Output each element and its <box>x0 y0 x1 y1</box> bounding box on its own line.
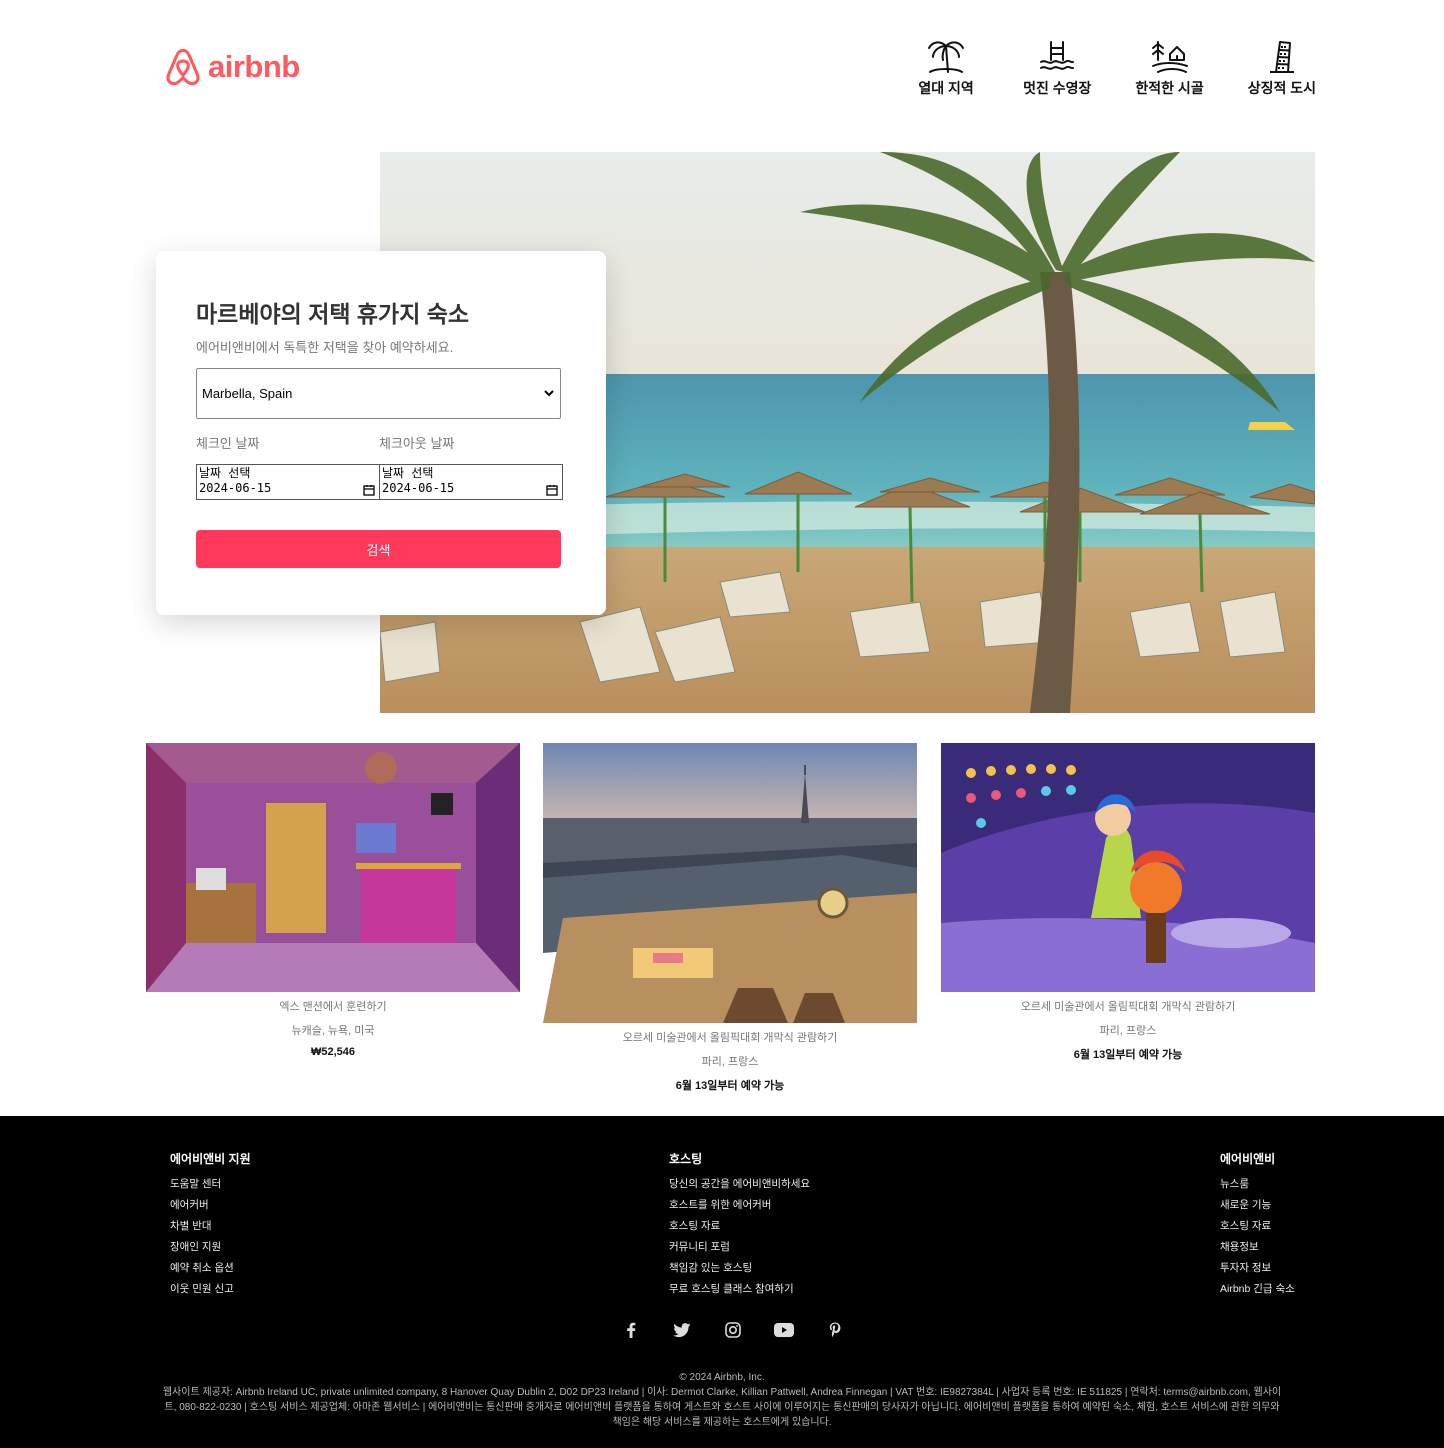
category-iconic-cities[interactable]: 상징적 도시 <box>1248 38 1316 98</box>
listing-image <box>543 743 917 1023</box>
search-title: 마르베야의 저택 휴가지 숙소 <box>196 301 470 327</box>
listing-card[interactable]: 오르세 미술관에서 올림픽대회 개막식 관람하기 파리, 프랑스 6월 13일부… <box>543 743 917 1093</box>
footer-link[interactable]: 새로운 기능 <box>1220 1197 1295 1218</box>
header: airbnb 열대 지역 멋진 수영장 한적한 시골 상징적 도시 <box>0 0 1444 130</box>
listing-price: 6월 13일부터 예약 가능 <box>675 1080 785 1092</box>
facebook-icon[interactable] <box>620 1322 641 1338</box>
category-countryside[interactable]: 한적한 시골 <box>1135 38 1204 98</box>
airbnb-logo-icon <box>166 48 200 86</box>
footer-link[interactable]: 커뮤니티 포럼 <box>669 1239 810 1260</box>
footer: 에어비앤비 지원 도움말 센터 에어커버 차별 반대 장애인 지원 예약 취소 … <box>0 1116 1444 1448</box>
footer-link[interactable]: 예약 취소 옵션 <box>170 1260 251 1281</box>
footer-airbnb-column: 에어비앤비 뉴스룸 새로운 기능 호스팅 자료 채용정보 투자자 정보 Airb… <box>1220 1150 1295 1302</box>
listing-location: 뉴캐슬, 뉴욕, 미국 <box>291 1025 375 1037</box>
footer-heading: 호스팅 <box>669 1152 703 1166</box>
brand-name: airbnb <box>208 49 300 84</box>
checkin-label: 체크인 날짜 <box>196 436 260 451</box>
footer-link[interactable]: 호스팅 자료 <box>669 1218 810 1239</box>
checkout-date-value: 2024-06-15 <box>382 481 455 495</box>
twitter-icon[interactable] <box>671 1322 692 1338</box>
date-placeholder: 날짜 선택 <box>382 466 434 480</box>
footer-link[interactable]: Airbnb 긴급 숙소 <box>1220 1281 1295 1302</box>
social-links <box>620 1322 845 1338</box>
category-pools[interactable]: 멋진 수영장 <box>1023 38 1091 98</box>
checkin-date-input[interactable]: 날짜 선택 2024-06-15 <box>196 464 380 500</box>
footer-link[interactable]: 당신의 공간을 에어비앤비하세요 <box>669 1176 810 1197</box>
listing-image <box>146 743 520 992</box>
search-subtitle: 에어비앤비에서 독특한 저택을 찾아 예약하세요. <box>196 340 454 355</box>
footer-link[interactable]: 무료 호스팅 클래스 참여하기 <box>669 1281 810 1302</box>
listing-title: 오르세 미술관에서 올림픽대회 개막식 관람하기 <box>1020 1001 1236 1013</box>
footer-link[interactable]: 도움말 센터 <box>170 1176 251 1197</box>
category-nav: 열대 지역 멋진 수영장 한적한 시골 상징적 도시 <box>913 38 1316 98</box>
category-tropical[interactable]: 열대 지역 <box>913 38 979 98</box>
pool-icon <box>1040 41 1075 70</box>
location-value: Marbella, Spain <box>202 386 293 401</box>
footer-heading: 에어비앤비 <box>1220 1152 1276 1166</box>
listing-location: 파리, 프랑스 <box>1099 1025 1157 1037</box>
palm-tree-icon <box>928 41 965 73</box>
listing-price: 6월 13일부터 예약 가능 <box>1073 1049 1183 1061</box>
calendar-icon[interactable] <box>363 484 375 496</box>
listing-card[interactable]: 엑스 맨션에서 훈련하기 뉴캐슬, 뉴욕, 미국 ₩52,546 <box>146 743 520 1058</box>
instagram-icon[interactable] <box>722 1322 743 1338</box>
listing-price: ₩52,546 <box>310 1046 356 1058</box>
category-label: 멋진 수영장 <box>1023 80 1092 96</box>
footer-link[interactable]: 에어커버 <box>170 1197 251 1218</box>
search-button[interactable]: 검색 <box>196 530 561 568</box>
checkin-date-value: 2024-06-15 <box>199 481 272 495</box>
listing-location: 파리, 프랑스 <box>701 1056 759 1068</box>
footer-link[interactable]: 차별 반대 <box>170 1218 251 1239</box>
date-placeholder: 날짜 선택 <box>199 466 251 480</box>
airbnb-logo[interactable]: airbnb <box>164 46 300 88</box>
youtube-icon[interactable] <box>773 1322 794 1338</box>
category-label: 한적한 시골 <box>1135 80 1204 96</box>
footer-support-column: 에어비앤비 지원 도움말 센터 에어커버 차별 반대 장애인 지원 예약 취소 … <box>170 1150 251 1302</box>
chevron-down-icon <box>544 390 554 397</box>
countryside-icon <box>1151 41 1188 73</box>
footer-link[interactable]: 호스트를 위한 에어커버 <box>669 1197 810 1218</box>
legal-info: © 2024 Airbnb, Inc. 웹사이트 제공자: Airbnb Ire… <box>160 1370 1284 1430</box>
listing-card[interactable]: 오르세 미술관에서 올림픽대회 개막식 관람하기 파리, 프랑스 6월 13일부… <box>941 743 1315 1062</box>
category-label: 열대 지역 <box>918 80 974 96</box>
footer-link[interactable]: 투자자 정보 <box>1220 1260 1295 1281</box>
search-card: 마르베야의 저택 휴가지 숙소 에어비앤비에서 독특한 저택을 찾아 예약하세요… <box>156 251 606 615</box>
listing-image <box>941 743 1315 992</box>
footer-link[interactable]: 장애인 지원 <box>170 1239 251 1260</box>
footer-heading: 에어비앤비 지원 <box>170 1152 251 1166</box>
footer-hosting-column: 호스팅 당신의 공간을 에어비앤비하세요 호스트를 위한 에어커버 호스팅 자료… <box>669 1150 810 1302</box>
checkout-date-input[interactable]: 날짜 선택 2024-06-15 <box>379 464 563 500</box>
listing-title: 엑스 맨션에서 훈련하기 <box>279 1001 387 1013</box>
footer-link[interactable]: 채용정보 <box>1220 1239 1295 1260</box>
footer-link[interactable]: 뉴스룸 <box>1220 1176 1295 1197</box>
footer-link[interactable]: 이웃 민원 신고 <box>170 1281 251 1302</box>
leaning-tower-icon <box>1269 41 1294 73</box>
legal-text: 웹사이트 제공자: Airbnb Ireland UC, private unl… <box>162 1387 1282 1428</box>
checkout-label: 체크아웃 날짜 <box>379 436 455 451</box>
pinterest-icon[interactable] <box>824 1322 845 1338</box>
category-label: 상징적 도시 <box>1247 80 1316 96</box>
calendar-icon[interactable] <box>546 484 558 496</box>
footer-link[interactable]: 호스팅 자료 <box>1220 1218 1295 1239</box>
copyright: © 2024 Airbnb, Inc. <box>679 1372 765 1383</box>
location-select[interactable]: Marbella, Spain <box>196 368 561 419</box>
footer-link[interactable]: 책임감 있는 호스팅 <box>669 1260 810 1281</box>
listing-title: 오르세 미술관에서 올림픽대회 개막식 관람하기 <box>622 1032 838 1044</box>
